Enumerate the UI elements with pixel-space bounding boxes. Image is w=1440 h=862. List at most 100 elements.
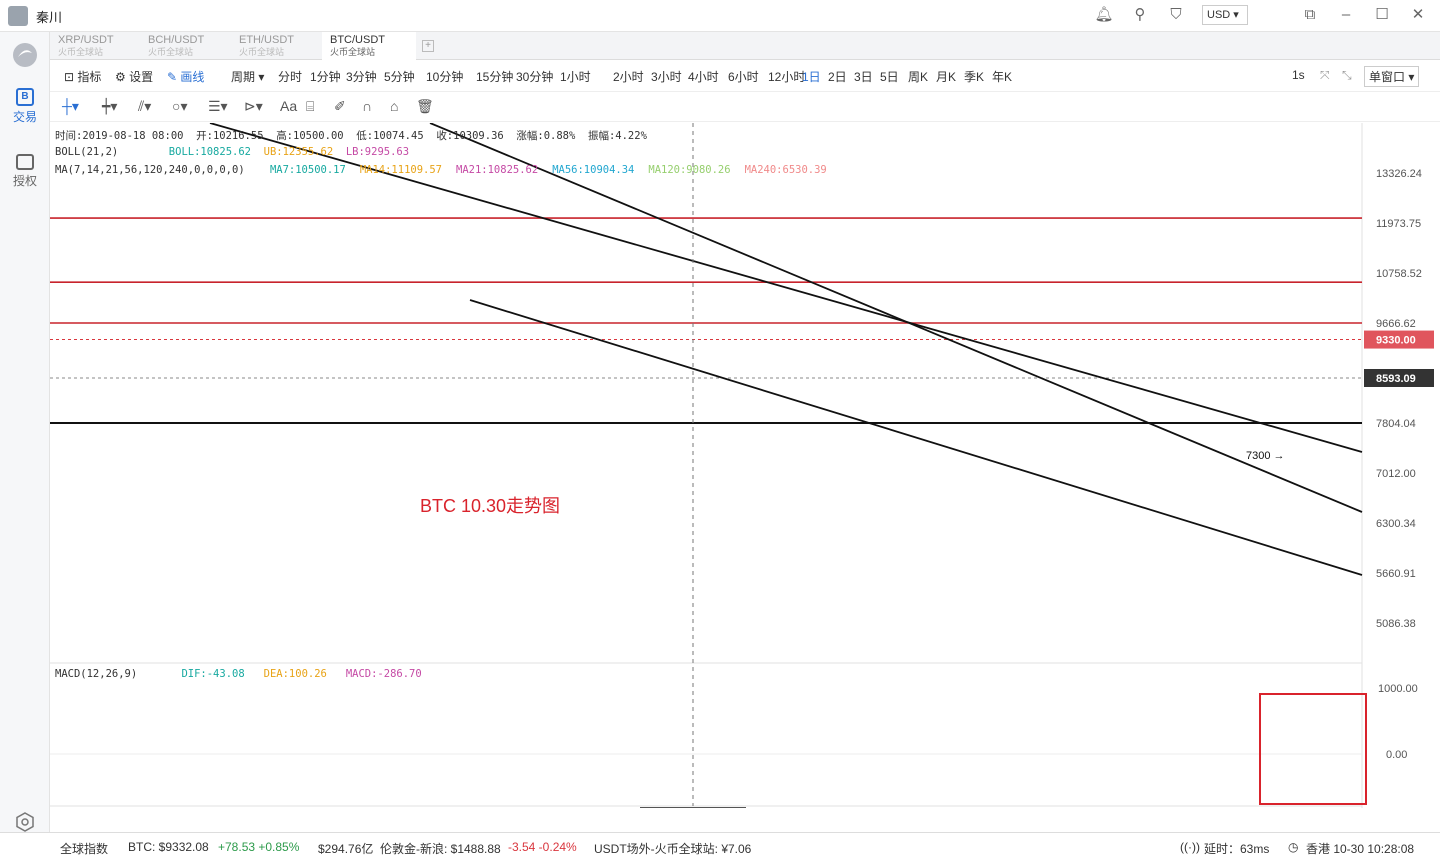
brush-icon[interactable]: ✐: [334, 98, 346, 115]
circle-icon[interactable]: ○▾: [172, 98, 187, 115]
avatar[interactable]: [8, 6, 28, 26]
price-tick-5: 7012.00: [1376, 468, 1416, 480]
add-tab-button[interactable]: +: [422, 40, 434, 52]
text-icon[interactable]: Aa: [280, 98, 297, 114]
settings-button[interactable]: ⚙ 设置: [115, 68, 153, 85]
price-tick-3: 9666.62: [1376, 318, 1416, 330]
period-select[interactable]: 周期 ▾: [231, 68, 264, 85]
interval-12[interactable]: 12小时: [768, 68, 805, 85]
ma-label[interactable]: MA(7,14,21,56,120,240,0,0,0,0) MA7:10500…: [55, 164, 841, 176]
chart-svg[interactable]: 13326.24 11973.75 10758.52 9666.62 7804.04 70…: [50, 122, 1440, 824]
info-high: 高:10500.00: [276, 130, 344, 142]
tab-xrp[interactable]: XRP/USDT 火币全球站: [50, 32, 142, 60]
info-close: 收:10309.36: [436, 130, 504, 142]
macd-label[interactable]: MACD(12,26,9) DIF:-43.08 DEA:100.26 MACD…: [55, 668, 422, 680]
interval-7[interactable]: 1小时: [560, 68, 591, 85]
macd-dif: DIF:-43.08: [181, 668, 245, 680]
ma-values: MA7:10500.17 MA14:11109.57 MA21:10825.62 MA…: [270, 164, 841, 176]
btc-cap: $294.76亿: [318, 842, 374, 856]
interval-0[interactable]: 分时: [278, 68, 302, 85]
wifi-icon: ((·)): [1180, 840, 1200, 854]
refresh-rate[interactable]: 1s: [1292, 68, 1305, 82]
chart-title-annotation: BTC 10.30走势图: [420, 496, 560, 516]
tab-bch[interactable]: BCH/USDT 火币全球站: [140, 32, 232, 60]
restore-icon[interactable]: ⧉: [1300, 5, 1320, 25]
search-icon[interactable]: ⚲: [1130, 5, 1150, 25]
tab-eth[interactable]: ETH/USDT 火币全球站: [231, 32, 323, 60]
interval-6[interactable]: 30分钟: [516, 68, 553, 85]
macd-value: MACD:-286.70: [345, 668, 422, 680]
bell-icon[interactable]: 🔔︎: [1094, 5, 1114, 25]
draw-button[interactable]: ✎ 画线: [167, 68, 204, 85]
hline-icon[interactable]: ┿▾: [102, 98, 117, 115]
fullscreen-icon[interactable]: ⤧: [1320, 68, 1330, 83]
clock-icon: ◷: [1288, 840, 1299, 854]
ruler-icon[interactable]: ⌸: [306, 98, 314, 115]
window-select[interactable]: 单窗口 ▾: [1364, 66, 1420, 87]
interval-13[interactable]: 1日: [802, 68, 821, 85]
interval-4[interactable]: 10分钟: [426, 68, 463, 85]
chart-area[interactable]: 13326.24 11973.75 10758.52 9666.62 7804.04 70…: [50, 122, 1440, 824]
annotation-7300: 7300 →: [1246, 450, 1285, 462]
interval-8[interactable]: 2小时: [613, 68, 644, 85]
clock: 香港 10-30 10:28:08: [1306, 842, 1415, 856]
ma-value-0: MA7:10500.17: [269, 164, 346, 176]
interval-10[interactable]: 4小时: [688, 68, 719, 85]
interval-3[interactable]: 5分钟: [384, 68, 415, 85]
price-tick-0: 13326.24: [1376, 168, 1422, 180]
interval-17[interactable]: 周K: [908, 68, 928, 85]
user-area[interactable]: 秦川: [8, 6, 62, 26]
macd-tick-1: 0.00: [1386, 749, 1407, 761]
interval-20[interactable]: 年K: [992, 68, 1012, 85]
latency: 延时：63ms: [1204, 842, 1270, 856]
usdt-price: USDT场外-火币全球站: ¥7.06: [594, 842, 752, 856]
interval-9[interactable]: 3小时: [651, 68, 682, 85]
username: 秦川: [36, 9, 63, 25]
interval-2[interactable]: 3分钟: [346, 68, 377, 85]
tab-btc[interactable]: BTC/USDT 火币全球站: [322, 32, 416, 60]
indicator-button[interactable]: ⊡ 指标: [64, 68, 101, 85]
trade-icon: B: [16, 88, 34, 106]
info-time: 时间:2019-08-18 08:00: [55, 130, 184, 142]
info-change: 涨幅:0.88%: [516, 130, 576, 142]
interval-19[interactable]: 季K: [964, 68, 984, 85]
minimize-icon[interactable]: –: [1336, 5, 1356, 25]
interval-1[interactable]: 1分钟: [310, 68, 341, 85]
magnet-icon[interactable]: ∩: [362, 98, 372, 114]
pattern-icon[interactable]: ⊳▾: [244, 98, 263, 115]
maximize-icon[interactable]: ☐: [1372, 5, 1392, 25]
currency-select[interactable]: USD ▾: [1202, 5, 1248, 25]
boll-ub: UB:12355.62: [263, 146, 334, 158]
global-index[interactable]: 全球指数: [60, 840, 108, 857]
auth-icon: [16, 154, 34, 170]
close-icon[interactable]: ✕: [1408, 5, 1428, 25]
shrink-icon[interactable]: ⤡: [1342, 68, 1352, 83]
interval-14[interactable]: 2日: [828, 68, 847, 85]
ma-value-4: MA120:9080.26: [648, 164, 731, 176]
btc-price: BTC: $9332.08: [128, 840, 209, 854]
interval-18[interactable]: 月K: [936, 68, 956, 85]
parallel-line-icon[interactable]: ⫽▾: [138, 98, 151, 115]
interval-15[interactable]: 3日: [854, 68, 873, 85]
crosshair-time-tag: [640, 807, 746, 824]
interval-16[interactable]: 5日: [880, 68, 899, 85]
ma-value-2: MA21:10825.62: [456, 164, 539, 176]
boll-value: BOLL:10825.62: [168, 146, 251, 158]
interval-11[interactable]: 6小时: [728, 68, 759, 85]
interval-5[interactable]: 15分钟: [476, 68, 513, 85]
crosshair-icon[interactable]: ┼▾: [62, 98, 79, 115]
fib-icon[interactable]: ☰▾: [208, 98, 228, 115]
trash-icon[interactable]: 🗑︎: [416, 98, 434, 115]
ohlc-info: 时间:2019-08-18 08:00 开:10216.55 高:10500.0…: [55, 128, 647, 143]
shirt-icon[interactable]: ⛉: [1166, 5, 1186, 25]
sidebar-item-trade[interactable]: B 交易: [0, 88, 50, 125]
gold-change: -3.54 -0.24%: [508, 840, 577, 854]
toolbar: ⊡ 指标 ⚙ 设置 ✎ 画线 周期 ▾ 分时 1分钟 3分钟 5分钟 10分钟 15分钟 3…: [50, 60, 1440, 92]
price-tick-4: 7804.04: [1376, 418, 1416, 430]
title-bar: 秦川 🔔︎ ⚲ ⛉ USD ▾ ⧉ – ☐ ✕: [0, 0, 1440, 32]
gold-price: 伦敦金-新浪: $1488.88: [380, 842, 501, 856]
boll-lb: LB:9295.63: [345, 146, 410, 158]
lock-icon[interactable]: ⌂: [390, 98, 398, 114]
sidebar-item-auth[interactable]: 授权: [0, 154, 50, 189]
boll-label[interactable]: BOLL(21,2) BOLL:10825.62 UB:12355.62 LB:…: [55, 146, 409, 158]
